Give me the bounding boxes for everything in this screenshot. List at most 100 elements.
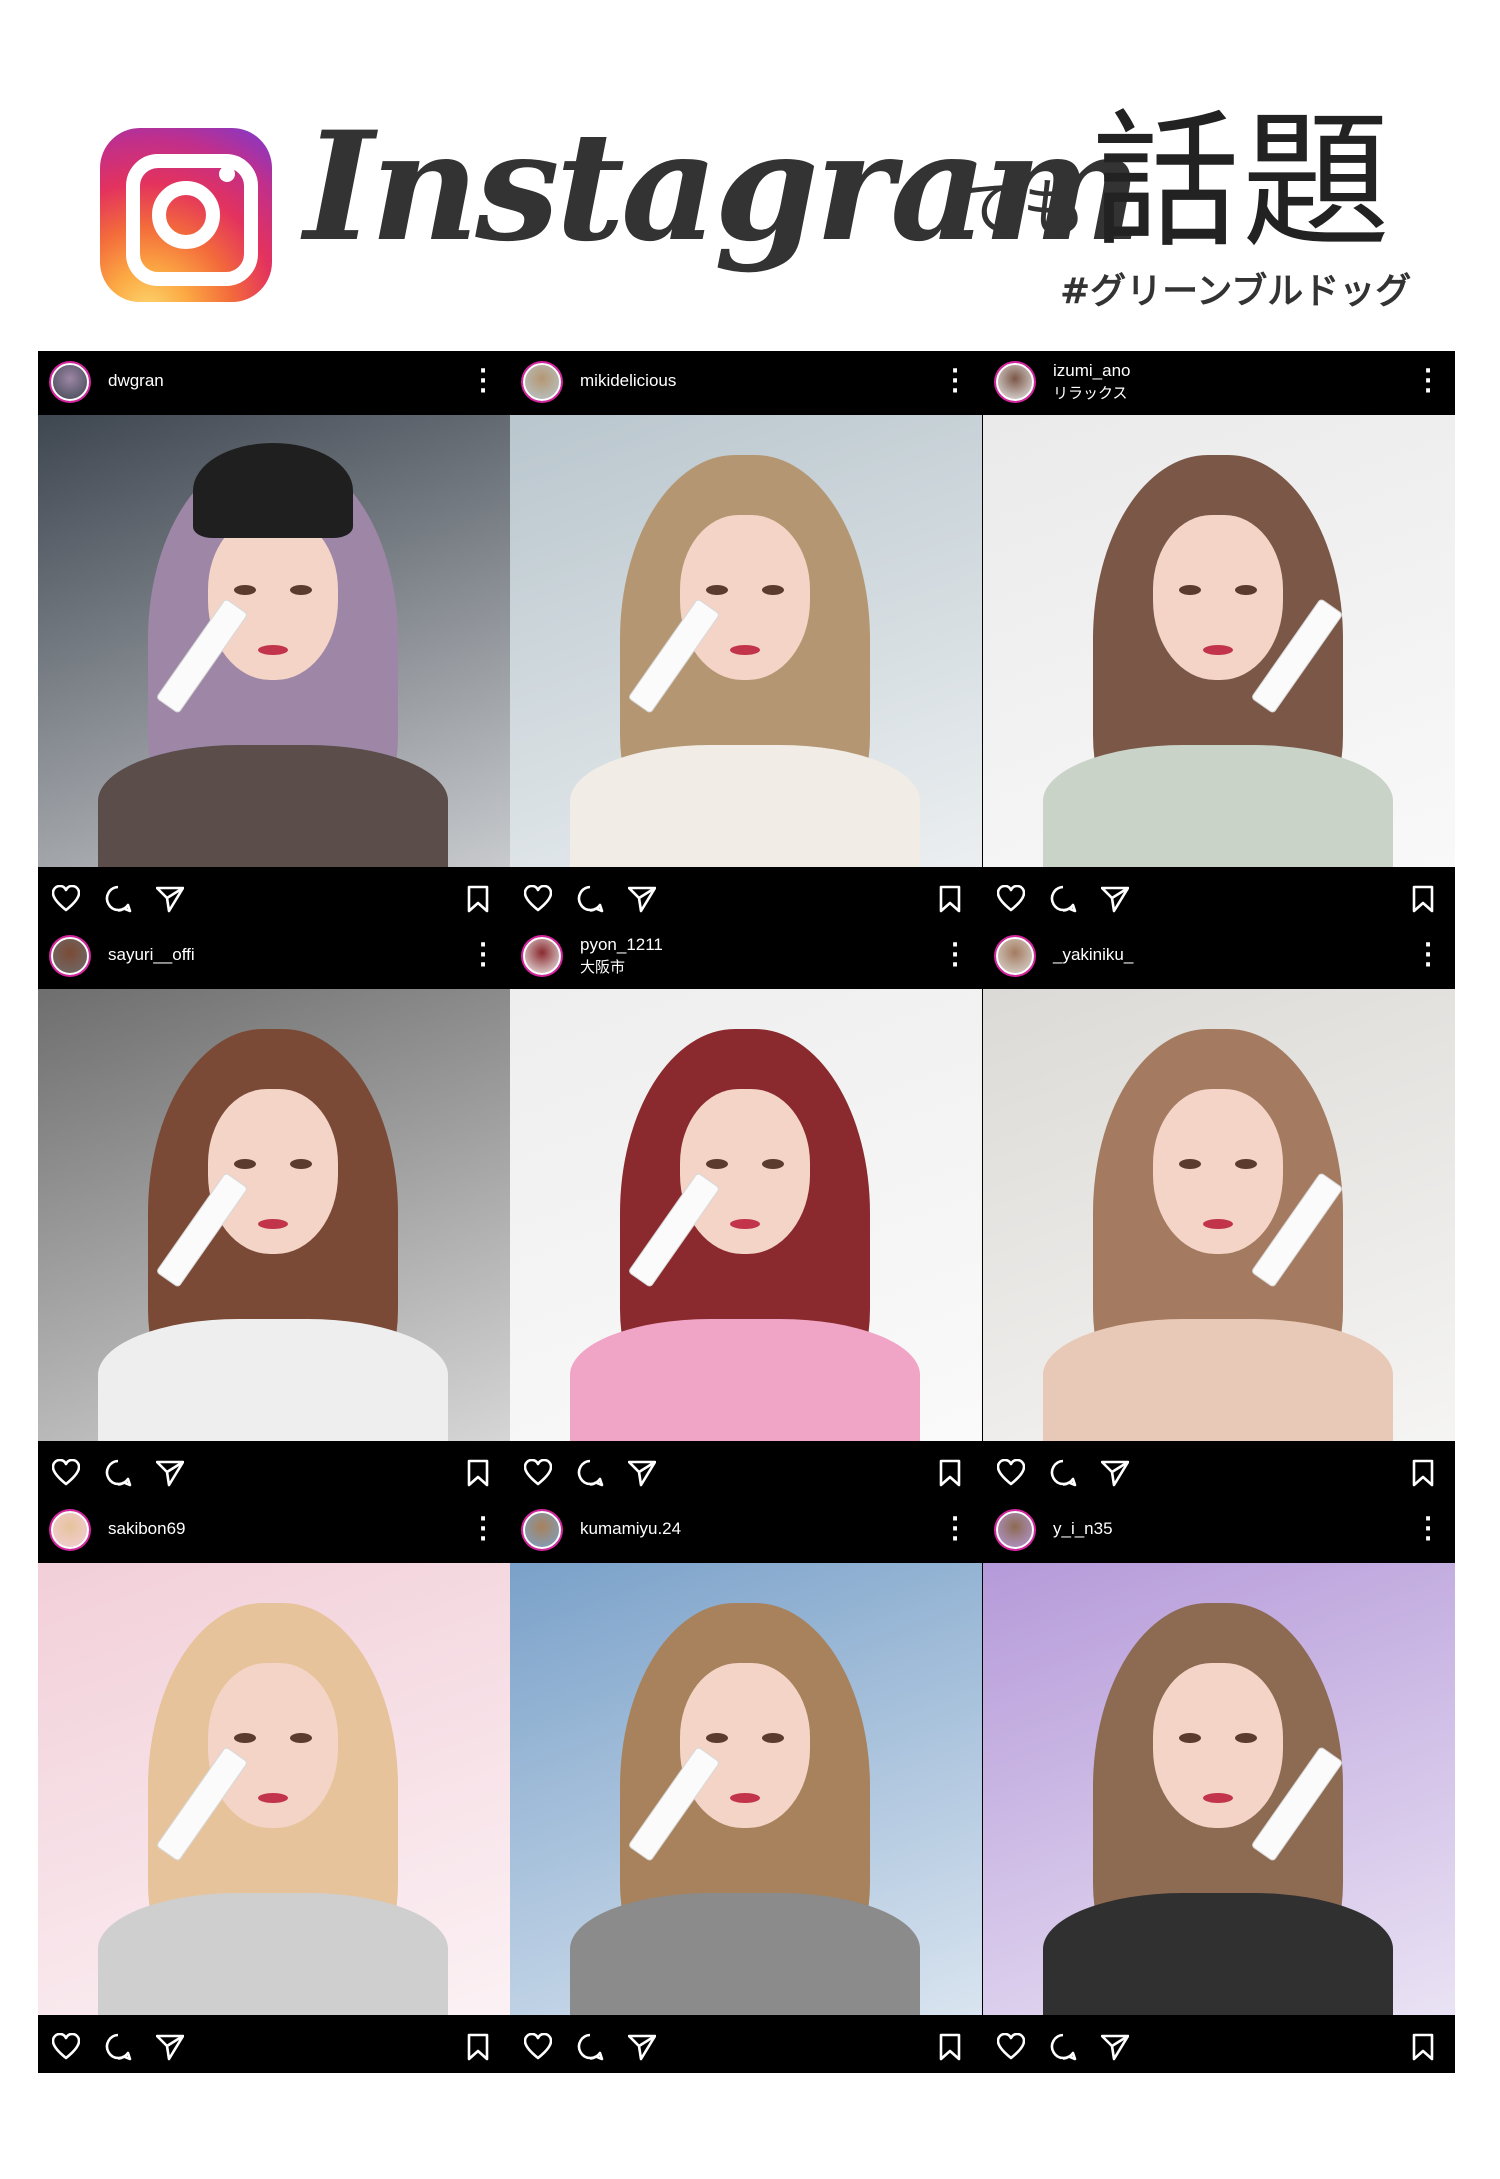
share-icon[interactable] (1101, 1459, 1129, 1487)
instagram-post[interactable]: sakibon69 · · · (38, 1499, 510, 2073)
more-dots-icon[interactable]: · · · (950, 935, 960, 977)
heart-icon[interactable] (52, 2033, 80, 2061)
bookmark-icon[interactable] (936, 2033, 964, 2061)
post-photo[interactable] (38, 415, 510, 867)
avatar[interactable] (51, 937, 89, 975)
avatar[interactable] (996, 363, 1034, 401)
comment-icon[interactable] (576, 2033, 604, 2061)
more-dots-icon[interactable]: · · · (1423, 1509, 1433, 1551)
heart-icon[interactable] (524, 1459, 552, 1487)
comment-icon[interactable] (576, 1459, 604, 1487)
post-grid: dwgran · · · mikidelicious · · · izumi_ano リラックス ·… (38, 351, 1455, 2073)
heart-icon[interactable] (997, 885, 1025, 913)
comment-icon[interactable] (1049, 885, 1077, 913)
post-photo[interactable] (983, 1563, 1455, 2015)
post-header: pyon_1211 大阪市 · · · (510, 925, 982, 989)
instagram-post[interactable]: y_i_n35 · · · (983, 1499, 1455, 2073)
post-actions (983, 2015, 1455, 2079)
share-icon[interactable] (628, 1459, 656, 1487)
portrait-clothing (98, 1319, 448, 1441)
heart-icon[interactable] (997, 2033, 1025, 2061)
more-dots-icon[interactable]: · · · (478, 361, 488, 403)
bookmark-icon[interactable] (1409, 2033, 1437, 2061)
more-dots-icon[interactable]: · · · (478, 1509, 488, 1551)
post-photo[interactable] (510, 989, 982, 1441)
headline-wadai: 話題 (1092, 96, 1392, 268)
avatar[interactable] (996, 1511, 1034, 1549)
more-dots-icon[interactable]: · · · (1423, 361, 1433, 403)
comment-icon[interactable] (1049, 2033, 1077, 2061)
portrait-eye (762, 1733, 784, 1743)
heart-icon[interactable] (524, 2033, 552, 2061)
instagram-post[interactable]: pyon_1211 大阪市 · · · (510, 925, 982, 1499)
share-icon[interactable] (628, 885, 656, 913)
more-dots-icon[interactable]: · · · (478, 935, 488, 977)
share-icon[interactable] (156, 885, 184, 913)
post-photo[interactable] (983, 989, 1455, 1441)
post-photo[interactable] (38, 1563, 510, 2015)
more-dots-icon[interactable]: · · · (1423, 935, 1433, 977)
instagram-logo-icon (100, 128, 272, 302)
bookmark-icon[interactable] (464, 885, 492, 913)
instagram-post[interactable]: _yakiniku_ · · · (983, 925, 1455, 1499)
avatar[interactable] (523, 937, 561, 975)
more-dots-icon[interactable]: · · · (950, 361, 960, 403)
instagram-post[interactable]: kumamiyu.24 · · · (510, 1499, 982, 2073)
share-icon[interactable] (1101, 2033, 1129, 2061)
share-icon[interactable] (628, 2033, 656, 2061)
post-username[interactable]: mikidelicious (580, 371, 676, 391)
avatar[interactable] (51, 363, 89, 401)
instagram-post[interactable]: dwgran · · · (38, 351, 510, 925)
bookmark-icon[interactable] (1409, 885, 1437, 913)
post-photo[interactable] (38, 989, 510, 1441)
share-icon[interactable] (156, 1459, 184, 1487)
post-actions (510, 867, 982, 931)
bookmark-icon[interactable] (464, 1459, 492, 1487)
portrait-eye (706, 1159, 728, 1169)
heart-icon[interactable] (52, 885, 80, 913)
more-dots-icon[interactable]: · · · (950, 1509, 960, 1551)
avatar[interactable] (996, 937, 1034, 975)
portrait-face (1153, 1663, 1283, 1828)
post-username[interactable]: izumi_ano (1053, 361, 1131, 381)
heart-icon[interactable] (52, 1459, 80, 1487)
portrait-lips (1203, 1219, 1233, 1229)
share-icon[interactable] (156, 2033, 184, 2061)
post-location[interactable]: リラックス (1053, 382, 1128, 403)
avatar[interactable] (523, 1511, 561, 1549)
post-photo[interactable] (510, 415, 982, 867)
bookmark-icon[interactable] (936, 885, 964, 913)
portrait-clothing (98, 745, 448, 867)
instagram-post[interactable]: izumi_ano リラックス · · · (983, 351, 1455, 925)
instagram-post[interactable]: sayuri__offi · · · (38, 925, 510, 1499)
heart-icon[interactable] (997, 1459, 1025, 1487)
portrait-lips (258, 1219, 288, 1229)
avatar[interactable] (51, 1511, 89, 1549)
bookmark-icon[interactable] (464, 2033, 492, 2061)
post-photo[interactable] (510, 1563, 982, 2015)
instagram-post[interactable]: mikidelicious · · · (510, 351, 982, 925)
post-username[interactable]: dwgran (108, 371, 164, 391)
post-username[interactable]: kumamiyu.24 (580, 1519, 681, 1539)
avatar[interactable] (523, 363, 561, 401)
bookmark-icon[interactable] (936, 1459, 964, 1487)
comment-icon[interactable] (104, 2033, 132, 2061)
post-username[interactable]: _yakiniku_ (1053, 945, 1133, 965)
comment-icon[interactable] (104, 1459, 132, 1487)
portrait-face (208, 515, 338, 680)
comment-icon[interactable] (576, 885, 604, 913)
post-username[interactable]: y_i_n35 (1053, 1519, 1113, 1539)
post-actions (983, 1441, 1455, 1505)
comment-icon[interactable] (1049, 1459, 1077, 1487)
heart-icon[interactable] (524, 885, 552, 913)
post-username[interactable]: sakibon69 (108, 1519, 186, 1539)
post-header: _yakiniku_ · · · (983, 925, 1455, 989)
share-icon[interactable] (1101, 885, 1129, 913)
post-username[interactable]: pyon_1211 (580, 935, 663, 955)
portrait-eye (290, 585, 312, 595)
post-photo[interactable] (983, 415, 1455, 867)
bookmark-icon[interactable] (1409, 1459, 1437, 1487)
post-location[interactable]: 大阪市 (580, 956, 625, 977)
post-username[interactable]: sayuri__offi (108, 945, 195, 965)
comment-icon[interactable] (104, 885, 132, 913)
